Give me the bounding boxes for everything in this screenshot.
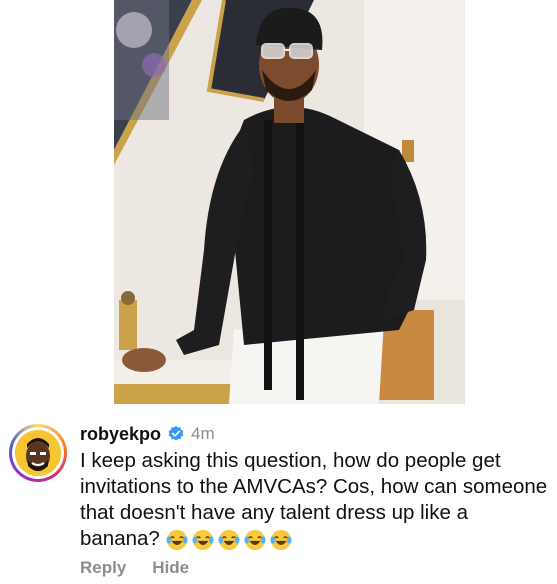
avatar-face-image	[15, 430, 61, 476]
emoji-group	[166, 529, 292, 551]
laughing-crying-emoji-icon	[244, 529, 266, 550]
laughing-crying-emoji-icon	[218, 529, 240, 550]
post-photo	[114, 0, 465, 404]
reply-button[interactable]: Reply	[80, 558, 126, 578]
laughing-crying-emoji-icon	[192, 529, 214, 550]
comment-body: I keep asking this question, how do peop…	[80, 448, 550, 552]
man-in-black-outfit-image	[114, 0, 465, 404]
avatar[interactable]	[9, 424, 67, 482]
comment-header: robyekpo 4m	[80, 422, 215, 446]
comment-timestamp: 4m	[191, 424, 215, 443]
hide-button[interactable]: Hide	[152, 558, 189, 578]
comment-actions: Reply Hide	[80, 558, 189, 578]
laughing-crying-emoji-icon	[166, 529, 188, 550]
username[interactable]: robyekpo	[80, 424, 161, 445]
verified-badge-icon	[168, 425, 184, 441]
laughing-crying-emoji-icon	[270, 529, 292, 550]
comment-text: I keep asking this question, how do peop…	[80, 449, 548, 550]
comment: robyekpo 4m I keep asking this question,…	[0, 408, 557, 584]
